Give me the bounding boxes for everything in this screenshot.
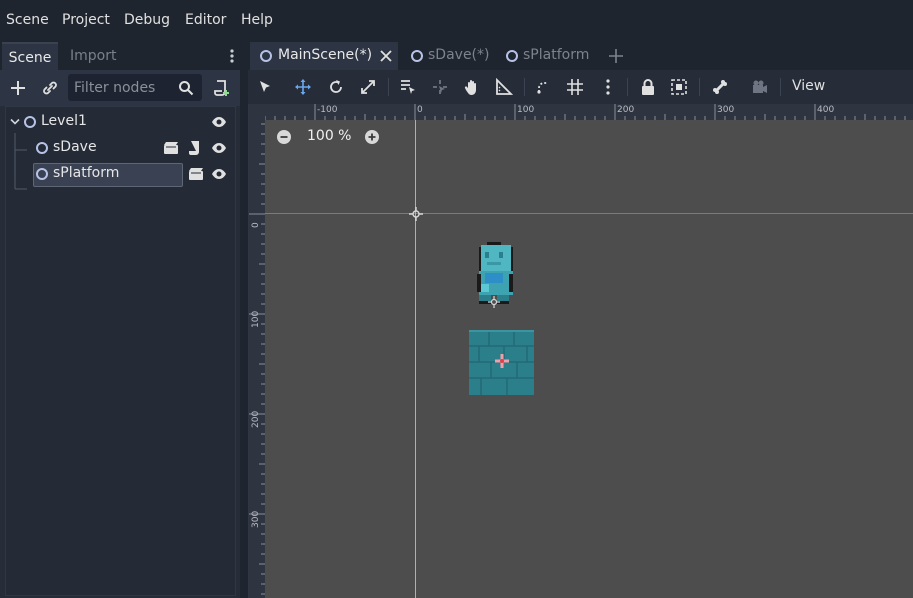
search-icon (179, 81, 194, 96)
separator (388, 78, 389, 96)
visibility-icon[interactable] (211, 116, 227, 128)
ruler-label: 200 (251, 410, 261, 428)
editor-tabs: MainScene(*) sDave(*) sPlatform (248, 42, 913, 70)
new-tab-icon[interactable] (608, 48, 624, 64)
tab-label: sPlatform (523, 47, 590, 63)
y-axis-line (415, 120, 416, 598)
ruler-corner (249, 104, 265, 120)
rotate-icon[interactable] (327, 78, 345, 96)
ruler-ticks (265, 104, 906, 120)
menu-project[interactable]: Project (62, 12, 110, 28)
camera-icon[interactable] (751, 78, 769, 96)
tree-node-label: sDave (53, 139, 97, 155)
separator (699, 78, 700, 96)
zoom-out-icon[interactable] (277, 130, 291, 144)
canvas-viewport[interactable]: -100 0 100 200 300 400 0 100 200 300 100… (248, 104, 913, 598)
scale-icon[interactable] (359, 78, 377, 96)
ruler-label: 400 (817, 105, 835, 115)
ruler-label: 200 (617, 105, 635, 115)
instance-icon[interactable] (188, 167, 204, 181)
separator (524, 78, 525, 96)
script-icon[interactable] (188, 140, 202, 156)
menu-scene[interactable]: Scene (6, 12, 49, 28)
dave-sprite[interactable] (475, 242, 515, 304)
horizontal-ruler: -100 0 100 200 300 400 (265, 104, 913, 120)
visibility-icon[interactable] (211, 142, 227, 154)
pivot-marker-icon (488, 296, 500, 308)
ruler-label: 0 (417, 105, 423, 115)
grid-snap-icon[interactable] (566, 78, 584, 96)
separator (627, 78, 628, 96)
kebab-menu-icon[interactable] (224, 48, 240, 64)
menubar: Scene Project Debug Editor Help (0, 0, 913, 42)
ruler-icon[interactable] (495, 78, 513, 96)
zoom-in-icon[interactable] (365, 130, 379, 144)
tab-scene[interactable]: Scene (2, 42, 58, 70)
node2d-icon (36, 168, 48, 180)
ruler-label: 0 (251, 222, 261, 228)
tree-node-splatform[interactable]: sPlatform (6, 161, 235, 187)
add-node-icon[interactable] (8, 78, 28, 98)
vertical-ruler: 0 100 200 300 (249, 120, 265, 598)
ruler-label: -100 (317, 105, 338, 115)
separator (780, 78, 781, 96)
select-icon[interactable] (256, 78, 274, 96)
chevron-down-icon[interactable] (10, 118, 20, 126)
close-icon[interactable] (380, 50, 392, 62)
menu-editor[interactable]: Editor (185, 12, 226, 28)
tree-node-level1[interactable]: Level1 (6, 109, 235, 135)
zoom-controls: 100 % (277, 128, 387, 146)
scene-tree: Level1 sDave sPlatform (5, 106, 236, 596)
selection-pivot-icon (495, 354, 509, 368)
menu-help[interactable]: Help (241, 12, 273, 28)
zoom-level[interactable]: 100 % (307, 128, 351, 144)
bone-icon[interactable] (711, 78, 729, 96)
smart-snap-icon[interactable] (535, 78, 553, 96)
view-menu[interactable]: View (792, 78, 825, 94)
ruler-label: 100 (251, 310, 261, 328)
tab-label: sDave(*) (428, 47, 490, 63)
visibility-icon[interactable] (211, 168, 227, 180)
node2d-icon (506, 50, 518, 62)
list-select-icon[interactable] (399, 78, 417, 96)
scene-dock: Scene Import Filter nodes Level1 sDave s… (0, 42, 240, 598)
lock-icon[interactable] (639, 78, 657, 96)
node2d-icon (36, 142, 48, 154)
group-icon[interactable] (670, 78, 688, 96)
tab-sdave[interactable]: sDave(*) (403, 42, 493, 70)
tab-mainscene[interactable]: MainScene(*) (250, 42, 398, 70)
pan-icon[interactable] (463, 78, 481, 96)
origin-crosshair-icon (409, 207, 423, 221)
instance-child-scene-icon[interactable] (40, 78, 60, 98)
node2d-icon (411, 50, 423, 62)
ruler-label: 100 (517, 105, 535, 115)
filter-nodes-field[interactable] (68, 74, 202, 101)
x-axis-line (265, 213, 913, 214)
tab-splatform[interactable]: sPlatform (498, 42, 598, 70)
tab-label: MainScene(*) (278, 47, 373, 63)
ruler-label: 300 (717, 105, 735, 115)
node2d-icon (24, 116, 36, 128)
viewport-toolbar: View (248, 70, 913, 104)
more-icon[interactable] (599, 78, 617, 96)
attach-script-icon[interactable] (212, 78, 232, 98)
dock-tabs: Scene Import (0, 42, 240, 70)
scene-toolbar (0, 70, 240, 106)
menu-debug[interactable]: Debug (124, 12, 170, 28)
tree-node-label: Level1 (41, 113, 87, 129)
ruler-label: 300 (251, 510, 261, 528)
move-icon[interactable] (294, 78, 312, 96)
instance-icon[interactable] (163, 141, 179, 155)
tree-node-label: sPlatform (53, 165, 120, 181)
tree-node-sdave[interactable]: sDave (6, 135, 235, 161)
node2d-icon (260, 50, 272, 62)
tab-import[interactable]: Import (70, 42, 116, 70)
filter-nodes-input[interactable] (74, 74, 178, 101)
pivot-icon[interactable] (431, 78, 449, 96)
